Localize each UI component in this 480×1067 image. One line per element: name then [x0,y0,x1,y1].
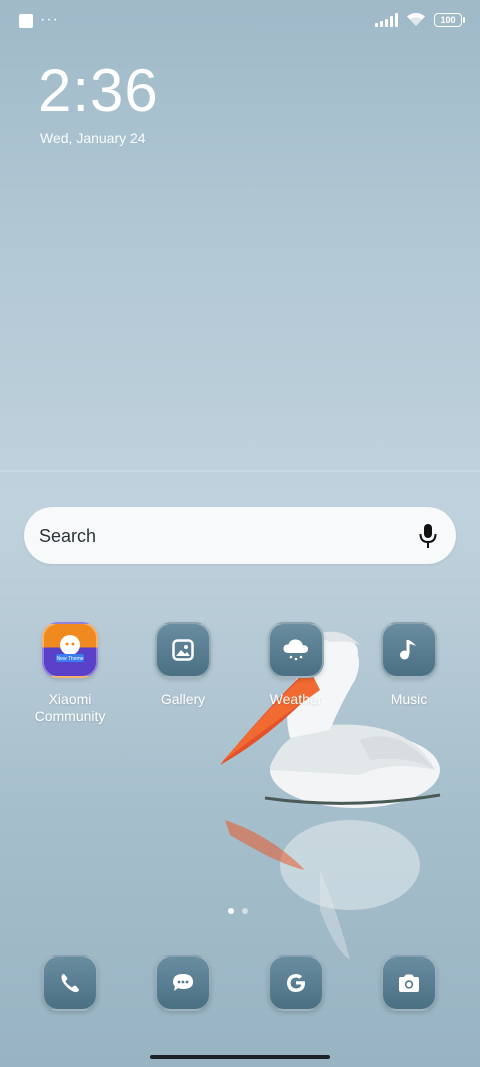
wifi-icon [407,12,425,26]
svg-text:New Theme: New Theme [57,656,84,662]
dock-messages[interactable] [133,955,233,1011]
signal-icon [375,12,398,27]
music-icon[interactable] [381,622,437,678]
clock-date[interactable]: Wed, January 24 [40,130,146,146]
google-icon[interactable] [268,955,324,1011]
app-weather[interactable]: Weather [246,622,346,708]
dock-camera[interactable] [359,955,459,1011]
search-bar[interactable]: Search [24,507,456,564]
app-xiaomi-community[interactable]: New Theme Xiaomi Community [20,622,120,725]
dock-phone[interactable] [20,955,120,1011]
app-label: Gallery [160,691,206,707]
app-gallery[interactable]: Gallery [133,622,233,708]
app-music[interactable]: Music [359,622,459,708]
gallery-icon[interactable] [155,622,211,678]
battery-icon: 100 [434,12,465,27]
status-bar: ··· 100 [0,0,480,42]
app-label: Weather [269,691,323,707]
microphone-icon[interactable] [418,523,438,549]
notification-app-icon [19,14,33,28]
page-dot-active [228,908,234,914]
horizon-line [0,470,480,472]
app-label: Music [390,691,428,707]
phone-icon[interactable] [42,955,98,1011]
dock-google[interactable] [246,955,346,1011]
messages-icon[interactable] [155,955,211,1011]
clock-time[interactable]: 2:36 [38,55,159,127]
page-dot [242,908,248,914]
page-indicator [228,908,248,914]
weather-icon[interactable] [268,622,324,678]
more-notifications-icon: ··· [40,11,59,28]
xiaomi-community-icon[interactable]: New Theme [42,622,98,678]
search-placeholder: Search [39,526,97,546]
camera-icon[interactable] [381,955,437,1011]
home-gesture-bar[interactable] [150,1055,330,1059]
app-label: Xiaomi Community [34,691,106,724]
